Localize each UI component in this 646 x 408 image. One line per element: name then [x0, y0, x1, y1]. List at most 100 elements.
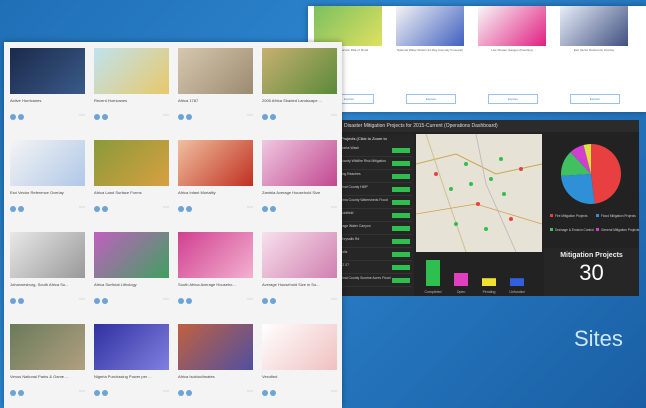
more-icon[interactable]: ⋯	[79, 112, 85, 119]
map-panel[interactable]	[415, 133, 543, 253]
more-icon[interactable]: ⋯	[163, 388, 169, 395]
gallery-card[interactable]: Africa 1787 ⋯	[178, 48, 253, 126]
more-icon[interactable]: ⋯	[79, 204, 85, 211]
more-icon[interactable]: ⋯	[247, 388, 253, 395]
map-thumbnail[interactable]	[10, 140, 85, 186]
pie-slice[interactable]	[591, 144, 622, 204]
project-marker[interactable]	[449, 187, 453, 191]
globe-icon[interactable]	[178, 390, 184, 396]
project-list-item[interactable]: Pinal County HMP	[340, 185, 412, 196]
project-marker[interactable]	[434, 172, 438, 176]
card-title[interactable]: Recent Hurricanes	[94, 98, 169, 103]
info-icon[interactable]	[186, 206, 192, 212]
map-thumbnail[interactable]	[178, 48, 253, 94]
info-icon[interactable]	[102, 206, 108, 212]
map-thumbnail[interactable]	[94, 232, 169, 278]
gallery-card[interactable]: 2005 Africa Shaded Landscape ... ⋯	[262, 48, 337, 126]
globe-icon[interactable]	[10, 298, 16, 304]
card-title[interactable]: Active Hurricanes	[10, 98, 85, 103]
more-icon[interactable]: ⋯	[247, 204, 253, 211]
globe-icon[interactable]	[178, 206, 184, 212]
map-thumbnail[interactable]	[10, 324, 85, 370]
gallery-card[interactable]: Average Household Size in So... ⋯	[262, 232, 337, 310]
gallery-card[interactable]: Africa Surficial Lithology ⋯	[94, 232, 169, 310]
project-marker[interactable]	[519, 167, 523, 171]
explore-button[interactable]: Explore	[488, 94, 538, 104]
project-list-item[interactable]: Chrysalis Rd	[340, 237, 412, 248]
info-icon[interactable]	[102, 298, 108, 304]
globe-icon[interactable]	[10, 206, 16, 212]
bar-open[interactable]	[454, 273, 468, 286]
more-icon[interactable]: ⋯	[247, 296, 253, 303]
globe-icon[interactable]	[262, 114, 268, 120]
card-title[interactable]: Johannesburg, South Africa Su...	[10, 282, 85, 287]
pie-slice[interactable]	[561, 174, 595, 204]
more-icon[interactable]: ⋯	[163, 112, 169, 119]
map-thumbnail[interactable]	[262, 48, 337, 94]
more-icon[interactable]: ⋯	[163, 296, 169, 303]
map-thumbnail[interactable]	[178, 232, 253, 278]
gallery-card[interactable]: Recent Hurricanes ⋯	[94, 48, 169, 126]
map-thumbnail[interactable]	[262, 324, 337, 370]
map-thumbnail[interactable]	[314, 6, 382, 46]
gallery-card[interactable]: Zambia Average Household Size ⋯	[262, 140, 337, 218]
globe-icon[interactable]	[94, 390, 100, 396]
gallery-card[interactable]: Nigeria Purchasing Power per ... ⋯	[94, 324, 169, 402]
map-thumbnail[interactable]	[94, 140, 169, 186]
project-marker[interactable]	[489, 177, 493, 181]
map-thumbnail[interactable]	[178, 324, 253, 370]
bar-pending[interactable]	[482, 278, 496, 286]
info-icon[interactable]	[270, 114, 276, 120]
project-marker[interactable]	[509, 217, 513, 221]
project-marker[interactable]	[484, 227, 488, 231]
gallery-card[interactable]: Africa Land Surface Forms ⋯	[94, 140, 169, 218]
card-title[interactable]: Africa Land Surface Forms	[94, 190, 169, 195]
info-icon[interactable]	[270, 206, 276, 212]
info-icon[interactable]	[186, 298, 192, 304]
info-icon[interactable]	[102, 114, 108, 120]
project-list-item[interactable]: County Wildfire Risk Mitigation	[340, 159, 412, 170]
map-thumbnail[interactable]	[94, 48, 169, 94]
globe-icon[interactable]	[10, 114, 16, 120]
more-icon[interactable]: ⋯	[331, 112, 337, 119]
info-icon[interactable]	[18, 390, 24, 396]
project-list-item[interactable]: Dog Reaches	[340, 172, 412, 183]
more-icon[interactable]: ⋯	[331, 388, 337, 395]
card-title[interactable]: Average Household Size in So...	[262, 282, 337, 287]
map-thumbnail[interactable]	[396, 6, 464, 46]
info-icon[interactable]	[18, 206, 24, 212]
project-list-item[interactable]: Clarks Wash	[340, 146, 412, 157]
card-title[interactable]: Africa Surficial Lithology	[94, 282, 169, 287]
gallery-card[interactable]: Active Hurricanes ⋯	[10, 48, 85, 126]
gallery-card[interactable]: Venus National Parks & Game ... ⋯	[10, 324, 85, 402]
project-list-item[interactable]: Goldfield	[340, 211, 412, 222]
project-list-item[interactable]: Pinal County Sunrise Acres Flood	[340, 276, 412, 287]
globe-icon[interactable]	[94, 206, 100, 212]
card-title[interactable]: South Africa Average Househo...	[178, 282, 253, 287]
project-marker[interactable]	[476, 202, 480, 206]
project-marker[interactable]	[499, 157, 503, 161]
map-thumbnail[interactable]	[262, 232, 337, 278]
info-icon[interactable]	[186, 114, 192, 120]
globe-icon[interactable]	[10, 390, 16, 396]
explore-button[interactable]: Explore	[570, 94, 620, 104]
top-gallery-card[interactable]: Live Stream Gauges (Flooding) Explore	[478, 6, 546, 106]
card-title[interactable]: Nigeria Purchasing Power per ...	[94, 374, 169, 379]
top-gallery-card[interactable]: National Water Model (12-Day Anomaly For…	[396, 6, 464, 106]
info-icon[interactable]	[102, 390, 108, 396]
map-thumbnail[interactable]	[178, 140, 253, 186]
card-title[interactable]: Venus National Parks & Game ...	[10, 374, 85, 379]
gallery-card[interactable]: Africa Infant Mortality ⋯	[178, 140, 253, 218]
card-title[interactable]: Africa 1787	[178, 98, 253, 103]
gallery-card[interactable]: Africa Isobioclimates ⋯	[178, 324, 253, 402]
more-icon[interactable]: ⋯	[331, 296, 337, 303]
card-title[interactable]: Africa Infant Mortality	[178, 190, 253, 195]
globe-icon[interactable]	[262, 298, 268, 304]
map-thumbnail[interactable]	[262, 140, 337, 186]
map-thumbnail[interactable]	[478, 6, 546, 46]
info-icon[interactable]	[18, 298, 24, 304]
card-title[interactable]: Africa Isobioclimates	[178, 374, 253, 379]
project-list-item[interactable]: Cage Water Canyon	[340, 224, 412, 235]
map-thumbnail[interactable]	[560, 6, 628, 46]
info-icon[interactable]	[186, 390, 192, 396]
